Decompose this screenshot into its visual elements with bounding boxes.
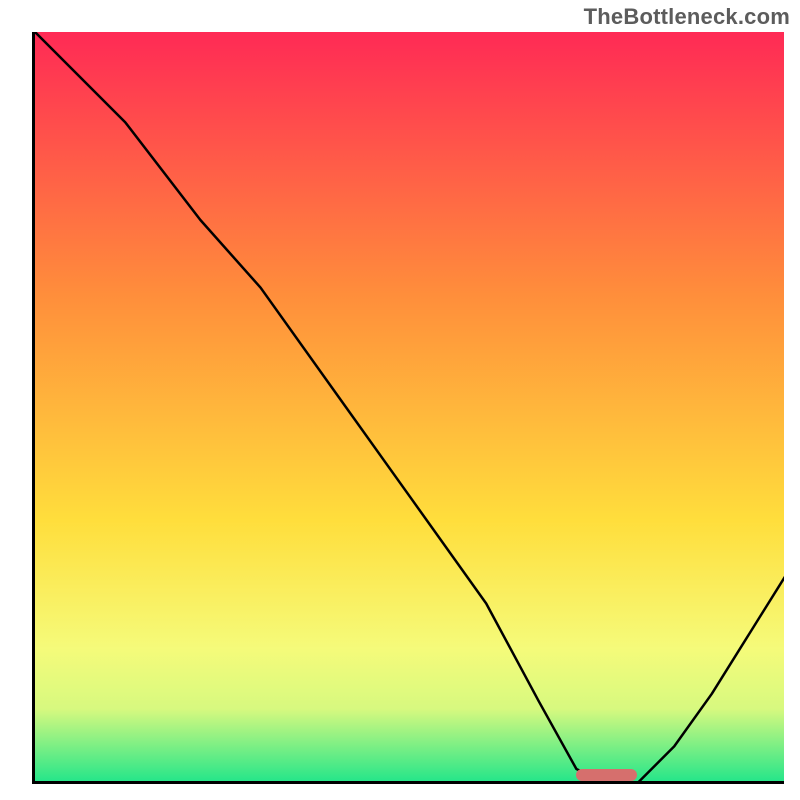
plot-area (32, 32, 784, 784)
optimal-marker (576, 769, 636, 781)
bottleneck-curve (35, 32, 784, 784)
watermark-text: TheBottleneck.com (584, 4, 790, 30)
chart-frame: TheBottleneck.com (0, 0, 800, 800)
